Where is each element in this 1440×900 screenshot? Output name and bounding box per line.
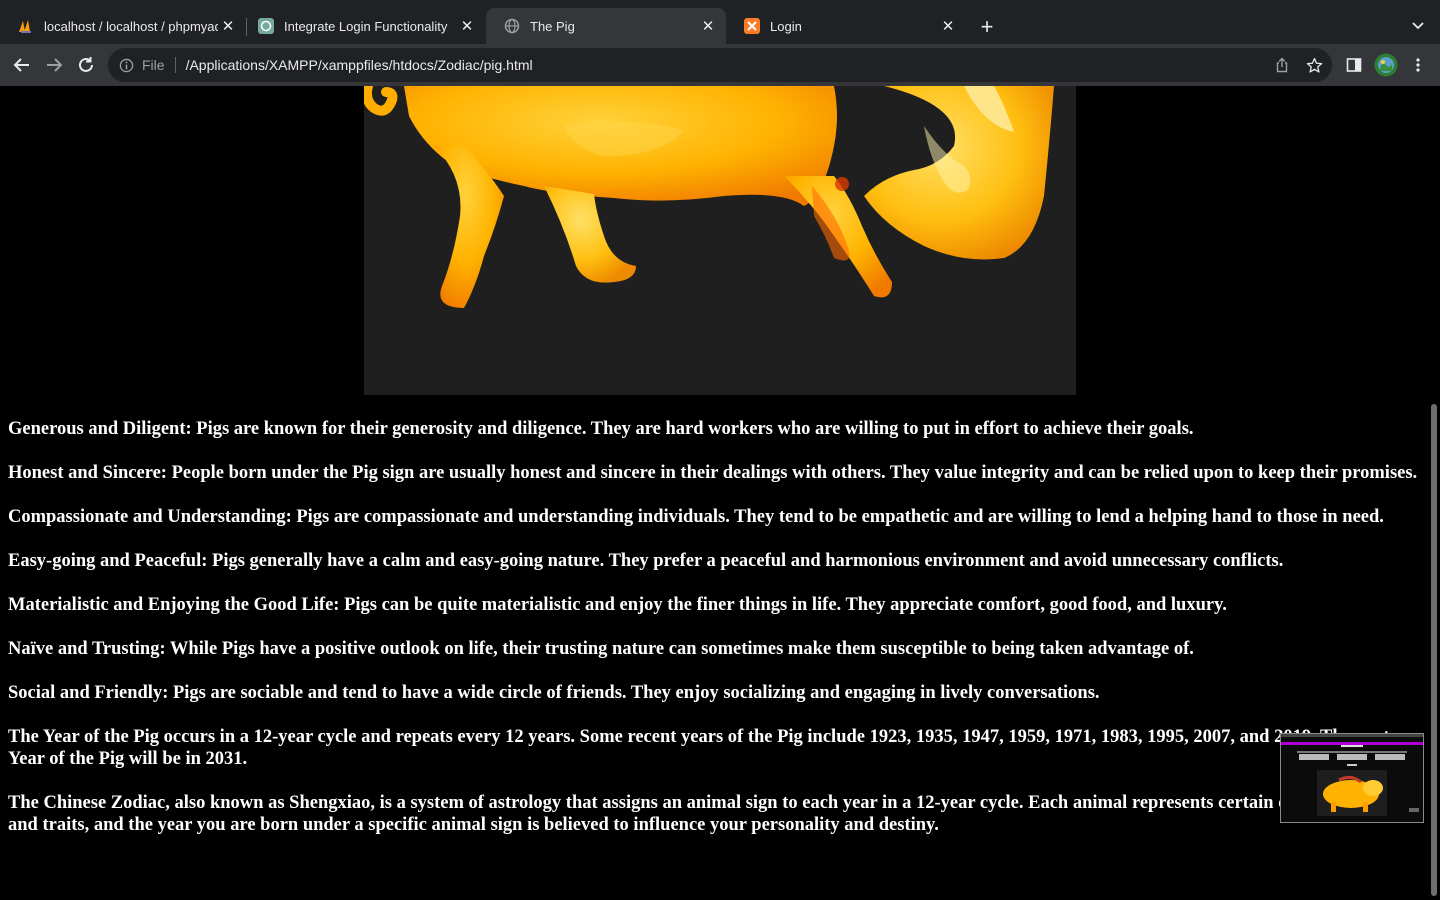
page-viewport: Generous and Diligent: Pigs are known fo… bbox=[0, 86, 1428, 900]
url-text[interactable]: /Applications/XAMPP/xamppfiles/htdocs/Zo… bbox=[186, 57, 533, 73]
profile-avatar-button[interactable] bbox=[1372, 51, 1400, 79]
new-tab-button[interactable]: + bbox=[974, 14, 1000, 40]
menu-button[interactable] bbox=[1404, 51, 1432, 79]
address-bar[interactable]: File /Applications/XAMPP/xamppfiles/htdo… bbox=[108, 48, 1332, 82]
scrollbar-thumb[interactable] bbox=[1431, 404, 1437, 896]
trait-paragraph-compassionate: Compassionate and Understanding: Pigs ar… bbox=[8, 507, 1384, 527]
back-button[interactable] bbox=[8, 51, 36, 79]
pig-traits-content: Generous and Diligent: Pigs are known fo… bbox=[8, 418, 1420, 858]
preview-image bbox=[1281, 734, 1423, 822]
close-icon[interactable]: ✕ bbox=[457, 16, 477, 36]
tab-title: The Pig bbox=[530, 18, 575, 34]
close-icon[interactable]: ✕ bbox=[698, 16, 718, 36]
tab-title: localhost / localhost / phpmyad bbox=[44, 18, 218, 34]
trait-paragraph-generous: Generous and Diligent: Pigs are known fo… bbox=[8, 419, 1194, 439]
url-scheme-label: File bbox=[142, 57, 165, 73]
more-vert-icon bbox=[1416, 58, 1420, 72]
forward-button[interactable] bbox=[40, 51, 68, 79]
trait-paragraph-honest: Honest and Sincere: People born under th… bbox=[8, 463, 1418, 483]
side-panel-button[interactable] bbox=[1340, 51, 1368, 79]
browser-toolbar: File /Applications/XAMPP/xamppfiles/htdo… bbox=[0, 44, 1440, 86]
arrow-right-icon bbox=[47, 58, 63, 72]
tab-title: Login bbox=[770, 18, 802, 34]
globe-icon bbox=[504, 18, 520, 34]
trait-paragraph-social: Social and Friendly: Pigs are sociable a… bbox=[8, 683, 1100, 703]
trait-paragraph-materialistic: Materialistic and Enjoying the Good Life… bbox=[8, 595, 1227, 615]
xampp-icon bbox=[744, 18, 760, 34]
share-icon[interactable] bbox=[1268, 48, 1296, 82]
chinese-zodiac-paragraph: The Chinese Zodiac, also known as Shengx… bbox=[8, 793, 1394, 835]
omnibox-divider bbox=[174, 57, 176, 73]
pig-image bbox=[364, 86, 1076, 395]
tab-search-button[interactable] bbox=[1406, 14, 1430, 38]
tab-the-pig[interactable]: The Pig ✕ bbox=[486, 8, 726, 44]
golden-pig-illustration bbox=[364, 86, 1054, 308]
phpmyadmin-icon bbox=[18, 18, 34, 34]
info-icon[interactable] bbox=[118, 57, 134, 73]
reload-button[interactable] bbox=[72, 51, 100, 79]
close-icon[interactable]: ✕ bbox=[218, 16, 238, 36]
tab-title: Integrate Login Functionality bbox=[284, 18, 448, 34]
star-icon[interactable] bbox=[1300, 48, 1328, 82]
close-icon[interactable]: ✕ bbox=[938, 16, 958, 36]
avatar bbox=[1374, 53, 1398, 77]
side-panel-icon bbox=[1346, 58, 1362, 72]
tab-login[interactable]: Login ✕ bbox=[726, 8, 966, 44]
chatgpt-icon bbox=[258, 18, 274, 34]
trait-paragraph-easy-going: Easy-going and Peaceful: Pigs generally … bbox=[8, 551, 1284, 571]
reload-icon bbox=[79, 57, 93, 72]
tab-phpmyadmin[interactable]: localhost / localhost / phpmyad ✕ bbox=[0, 8, 246, 44]
trait-paragraph-naive: Naïve and Trusting: While Pigs have a po… bbox=[8, 639, 1194, 659]
vertical-scrollbar[interactable] bbox=[1428, 86, 1440, 900]
screenshot-preview-thumbnail[interactable] bbox=[1280, 733, 1424, 823]
tab-strip: localhost / localhost / phpmyad ✕ Integr… bbox=[0, 0, 1440, 44]
year-of-pig-paragraph: The Year of the Pig occurs in a 12-year … bbox=[8, 727, 1390, 769]
tab-chatgpt[interactable]: Integrate Login Functionality ✕ bbox=[240, 8, 485, 44]
chevron-down-icon bbox=[1412, 22, 1424, 30]
arrow-left-icon bbox=[13, 58, 29, 72]
